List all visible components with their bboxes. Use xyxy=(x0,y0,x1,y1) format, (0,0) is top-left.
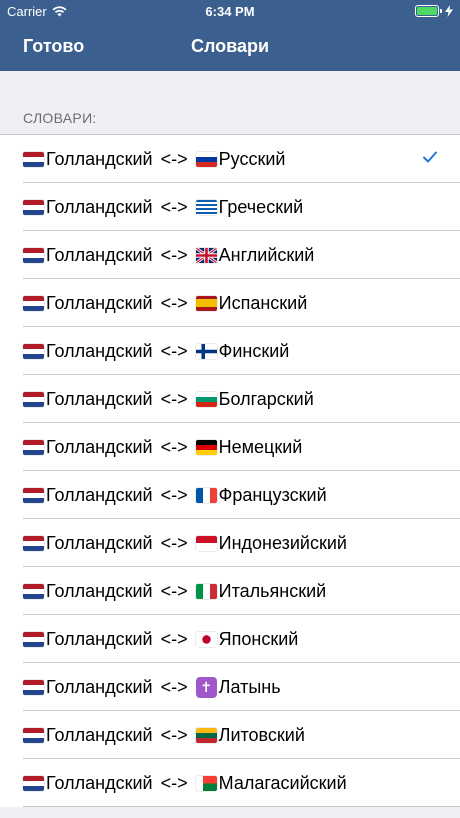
dictionary-row[interactable]: Голландский <-> Литовский xyxy=(0,711,460,759)
direction-arrow: <-> xyxy=(160,148,188,169)
navigation-bar: Готово Словари xyxy=(0,24,460,71)
direction-arrow: <-> xyxy=(160,196,188,217)
netherlands-flag-icon xyxy=(23,439,44,455)
top-bar: Carrier 6:34 PM Готово Словари xyxy=(0,0,460,71)
target-language: Литовский xyxy=(218,724,305,745)
source-language: Голландский xyxy=(46,340,153,361)
source-language: Голландский xyxy=(46,532,153,553)
battery-tip xyxy=(440,9,442,13)
direction-arrow: <-> xyxy=(160,436,188,457)
target-language: Японский xyxy=(218,628,299,649)
netherlands-flag-icon xyxy=(23,775,44,791)
dictionary-row[interactable]: Голландский <-> Немецкий xyxy=(0,423,460,471)
direction-arrow: <-> xyxy=(160,532,188,553)
target-language: Греческий xyxy=(218,196,304,217)
bulgaria-flag-icon xyxy=(195,391,217,407)
germany-flag-icon xyxy=(195,439,217,455)
source-language: Голландский xyxy=(46,148,153,169)
source-language: Голландский xyxy=(46,628,153,649)
france-flag-icon xyxy=(195,487,217,503)
lithuania-flag-icon xyxy=(195,727,217,743)
netherlands-flag-icon xyxy=(23,391,44,407)
russia-flag-icon xyxy=(195,151,217,167)
direction-arrow: <-> xyxy=(160,484,188,505)
target-language: Индонезийский xyxy=(218,532,347,553)
madagascar-flag-icon xyxy=(195,775,217,791)
direction-arrow: <-> xyxy=(160,580,188,601)
dictionary-row[interactable]: Голландский <-> Греческий xyxy=(0,183,460,231)
netherlands-flag-icon xyxy=(23,151,44,167)
battery-icon xyxy=(415,5,439,17)
greece-flag-icon xyxy=(195,199,217,215)
netherlands-flag-icon xyxy=(23,535,44,551)
target-language: Малагасийский xyxy=(218,772,347,793)
source-language: Голландский xyxy=(46,484,153,505)
charging-bolt-icon xyxy=(445,5,453,17)
netherlands-flag-icon xyxy=(23,679,44,695)
finland-flag-icon xyxy=(195,343,217,359)
indonesia-flag-icon xyxy=(195,535,217,551)
dictionary-row[interactable]: Голландский <-> Итальянский xyxy=(0,567,460,615)
target-language: Русский xyxy=(218,148,286,169)
dictionary-row[interactable]: Голландский <-> Русский xyxy=(0,135,460,183)
source-language: Голландский xyxy=(46,436,153,457)
italy-flag-icon xyxy=(195,583,217,599)
netherlands-flag-icon xyxy=(23,727,44,743)
target-language: Латынь xyxy=(218,676,281,697)
dictionary-list: Голландский <-> Русский Голландский <-> Грече… xyxy=(0,134,460,807)
status-bar: Carrier 6:34 PM xyxy=(0,0,460,24)
japan-flag-icon xyxy=(195,631,217,647)
netherlands-flag-icon xyxy=(23,295,44,311)
netherlands-flag-icon xyxy=(23,199,44,215)
target-language: Финский xyxy=(218,340,290,361)
netherlands-flag-icon xyxy=(23,487,44,503)
source-language: Голландский xyxy=(46,292,153,313)
source-language: Голландский xyxy=(46,196,153,217)
target-language: Итальянский xyxy=(218,580,327,601)
target-language: Испанский xyxy=(218,292,308,313)
dictionary-row[interactable]: Голландский <-> Финский xyxy=(0,327,460,375)
direction-arrow: <-> xyxy=(160,340,188,361)
source-language: Голландский xyxy=(46,724,153,745)
source-language: Голландский xyxy=(46,244,153,265)
status-time: 6:34 PM xyxy=(205,4,255,19)
netherlands-flag-icon xyxy=(23,247,44,263)
netherlands-flag-icon xyxy=(23,583,44,599)
direction-arrow: <-> xyxy=(160,388,188,409)
direction-arrow: <-> xyxy=(160,772,188,793)
source-language: Голландский xyxy=(46,676,153,697)
target-language: Французский xyxy=(218,484,327,505)
target-language: Болгарский xyxy=(218,388,314,409)
direction-arrow: <-> xyxy=(160,676,188,697)
direction-arrow: <-> xyxy=(160,628,188,649)
direction-arrow: <-> xyxy=(160,292,188,313)
netherlands-flag-icon xyxy=(23,343,44,359)
section-header: СЛОВАРИ: xyxy=(0,71,460,134)
dictionary-row[interactable]: Голландский <-> Английский xyxy=(0,231,460,279)
direction-arrow: <-> xyxy=(160,724,188,745)
uk-flag-icon xyxy=(195,247,217,263)
latin-cross-icon: ✝ xyxy=(195,676,217,698)
dictionary-row[interactable]: Голландский <-> Малагасийский xyxy=(0,759,460,807)
dictionary-row[interactable]: Голландский <-> Болгарский xyxy=(0,375,460,423)
target-language: Немецкий xyxy=(218,436,303,457)
spain-flag-icon xyxy=(195,295,217,311)
section-header-label: СЛОВАРИ: xyxy=(23,110,97,126)
status-right xyxy=(415,5,453,17)
source-language: Голландский xyxy=(46,388,153,409)
target-language: Английский xyxy=(218,244,315,265)
netherlands-flag-icon xyxy=(23,631,44,647)
dictionary-row[interactable]: Голландский <-> Японский xyxy=(0,615,460,663)
checkmark-icon xyxy=(423,151,437,163)
dictionary-row[interactable]: Голландский <-> Французский xyxy=(0,471,460,519)
source-language: Голландский xyxy=(46,772,153,793)
direction-arrow: <-> xyxy=(160,244,188,265)
page-title: Словари xyxy=(190,36,270,56)
dictionary-row[interactable]: Голландский <-> Испанский xyxy=(0,279,460,327)
source-language: Голландский xyxy=(46,580,153,601)
dictionary-row[interactable]: Голландский <-> Индонезийский xyxy=(0,519,460,567)
dictionary-row[interactable]: Голландский <-> ✝ Латынь xyxy=(0,663,460,711)
